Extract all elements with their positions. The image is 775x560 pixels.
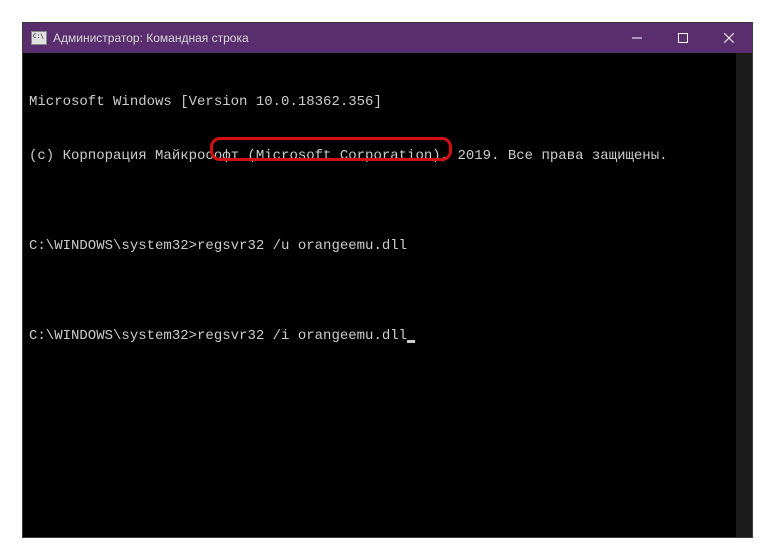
close-button[interactable] <box>706 23 752 53</box>
vertical-scrollbar[interactable] <box>736 53 752 537</box>
prompt-path: C:\WINDOWS\system32> <box>29 238 197 254</box>
command-prompt-window: Администратор: Командная строка Microsof… <box>22 22 753 538</box>
command-text: regsvr32 /i orangeemu.dll <box>197 328 407 344</box>
copyright-line: (c) Корпорация Майкрософт (Microsoft Cor… <box>29 147 746 165</box>
window-title: Администратор: Командная строка <box>53 31 614 45</box>
text-cursor <box>407 340 415 343</box>
minimize-icon <box>632 33 642 43</box>
command-line-2: C:\WINDOWS\system32>regsvr32 /i orangeem… <box>29 327 746 345</box>
titlebar[interactable]: Администратор: Командная строка <box>23 23 752 53</box>
command-text: regsvr32 /u orangeemu.dll <box>197 238 407 254</box>
cmd-icon <box>31 31 47 45</box>
maximize-icon <box>678 33 688 43</box>
console-output[interactable]: Microsoft Windows [Version 10.0.18362.35… <box>23 53 752 537</box>
maximize-button[interactable] <box>660 23 706 53</box>
prompt-path: C:\WINDOWS\system32> <box>29 328 197 344</box>
window-controls <box>614 23 752 53</box>
version-line: Microsoft Windows [Version 10.0.18362.35… <box>29 93 746 111</box>
command-line-1: C:\WINDOWS\system32>regsvr32 /u orangeem… <box>29 237 746 255</box>
close-icon <box>724 33 734 43</box>
minimize-button[interactable] <box>614 23 660 53</box>
